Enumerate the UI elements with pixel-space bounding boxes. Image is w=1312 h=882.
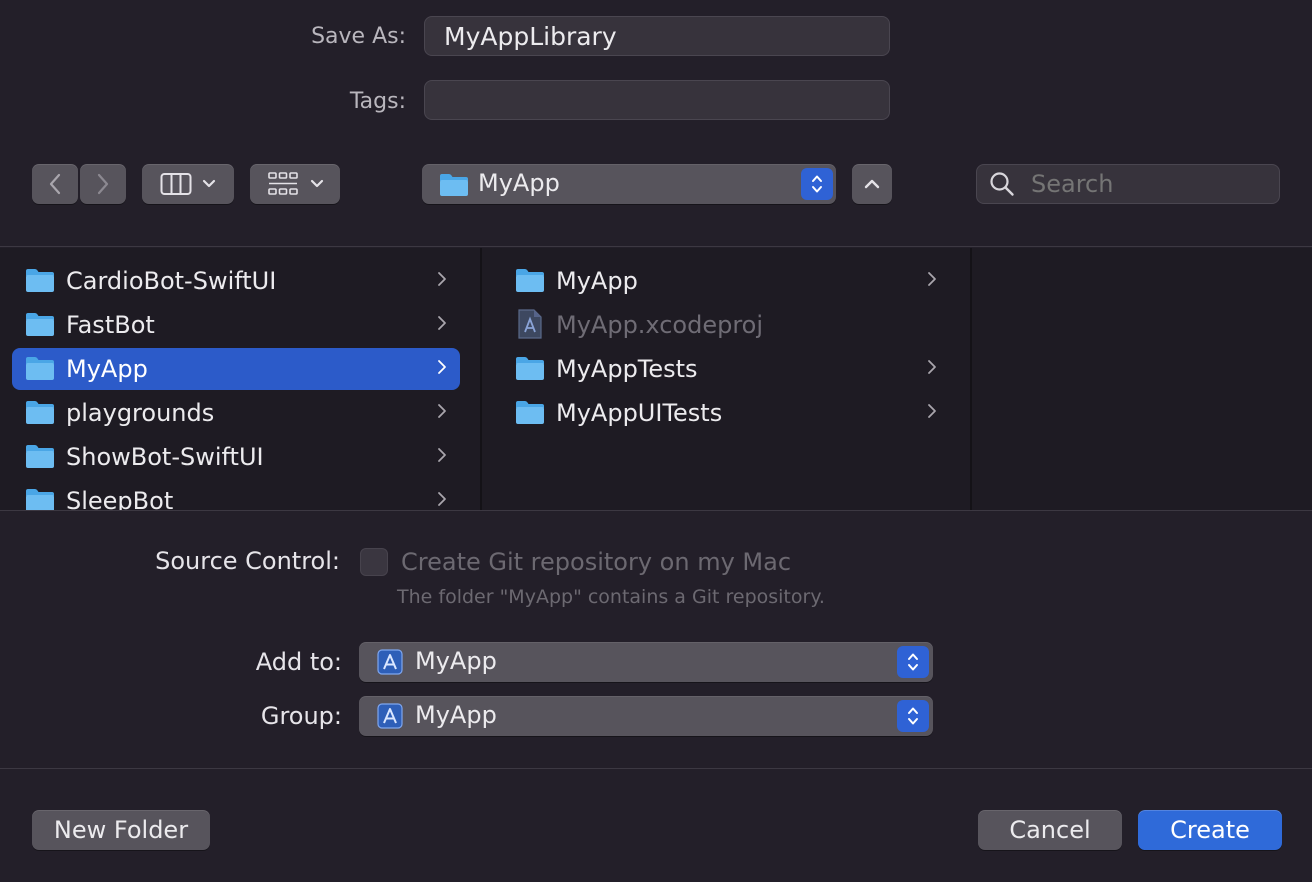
chevron-right-icon: [97, 173, 109, 195]
list-item-playgrounds[interactable]: playgrounds: [12, 392, 460, 434]
chevron-right-icon: [438, 272, 446, 286]
divider: [0, 246, 1312, 247]
item-label: MyApp: [556, 267, 638, 295]
item-label: SleepBot: [66, 487, 174, 510]
search-input[interactable]: [1029, 169, 1273, 199]
add-to-popup[interactable]: MyApp: [359, 642, 933, 682]
view-mode-button[interactable]: [142, 164, 234, 204]
folder-icon: [26, 269, 54, 292]
folder-icon: [26, 313, 54, 336]
new-folder-button[interactable]: New Folder: [32, 810, 210, 850]
back-button[interactable]: [32, 164, 78, 204]
chevron-right-icon: [438, 448, 446, 462]
chevron-up-icon: [864, 179, 880, 189]
add-to-value: MyApp: [415, 647, 497, 675]
list-item-showbot[interactable]: ShowBot-SwiftUI: [12, 436, 460, 478]
item-label: playgrounds: [66, 399, 215, 427]
source-control-label: Source Control:: [155, 547, 340, 575]
list-item-fastbot[interactable]: FastBot: [12, 304, 460, 346]
divider: [0, 768, 1312, 769]
forward-button[interactable]: [80, 164, 126, 204]
folder-icon: [440, 174, 468, 196]
git-repo-checkbox[interactable]: [360, 548, 388, 576]
item-label: MyAppUITests: [556, 399, 723, 427]
up-down-arrows-icon: [908, 653, 918, 671]
save-as-value: MyAppLibrary: [444, 21, 617, 51]
item-label: ShowBot-SwiftUI: [66, 443, 264, 471]
group-value: MyApp: [415, 701, 497, 729]
add-to-stepper: [897, 646, 929, 678]
location-popup[interactable]: MyApp: [422, 164, 836, 204]
chevron-right-icon: [928, 360, 936, 374]
xcode-project-icon: [377, 703, 403, 729]
grid-icon: [268, 172, 298, 195]
xcode-project-icon: [377, 649, 403, 675]
tags-label: Tags:: [349, 89, 406, 114]
item-label: MyAppTests: [556, 355, 698, 383]
up-down-arrows-icon: [812, 175, 822, 193]
enclosing-folder-button[interactable]: [852, 164, 892, 204]
list-item-sleepbot[interactable]: SleepBot: [12, 480, 460, 510]
divider: [0, 510, 1312, 511]
chevron-down-icon: [310, 179, 324, 188]
folder-icon: [26, 489, 54, 510]
cancel-button[interactable]: Cancel: [978, 810, 1122, 850]
list-item-xcodeproj: MyApp.xcodeproj: [502, 304, 950, 346]
column-3: [972, 248, 1312, 510]
chevron-left-icon: [49, 173, 61, 195]
add-to-label: Add to:: [255, 648, 342, 676]
folder-icon: [26, 401, 54, 424]
location-stepper: [801, 168, 833, 200]
git-repo-checkbox-label: Create Git repository on my Mac: [401, 548, 792, 576]
item-label: CardioBot-SwiftUI: [66, 267, 277, 295]
columns-view-icon: [160, 173, 192, 195]
save-as-label: Save As:: [311, 24, 406, 49]
location-value: MyApp: [478, 169, 560, 197]
chevron-right-icon: [438, 360, 446, 374]
tags-field[interactable]: [424, 80, 890, 120]
group-popup[interactable]: MyApp: [359, 696, 933, 736]
file-browser: CardioBot-SwiftUI FastBot MyApp playgrou…: [0, 248, 1312, 510]
folder-icon: [516, 401, 544, 424]
folder-icon: [516, 269, 544, 292]
chevron-right-icon: [438, 316, 446, 330]
search-field[interactable]: [976, 164, 1280, 204]
git-repo-note: The folder "MyApp" contains a Git reposi…: [397, 586, 825, 608]
item-label: MyApp: [66, 355, 148, 383]
chevron-right-icon: [928, 404, 936, 418]
group-label: Group:: [260, 702, 342, 730]
search-icon: [990, 172, 1014, 196]
group-by-button[interactable]: [250, 164, 340, 204]
folder-icon: [516, 357, 544, 380]
column-2: MyApp MyApp.xcodeproj MyAppTests MyAppUI…: [482, 248, 970, 510]
list-item-myapp-folder[interactable]: MyApp: [502, 260, 950, 302]
up-down-arrows-icon: [908, 707, 918, 725]
create-button[interactable]: Create: [1138, 810, 1282, 850]
chevron-right-icon: [438, 492, 446, 506]
chevron-down-icon: [202, 179, 216, 188]
list-item-myapp-selected[interactable]: MyApp: [12, 348, 460, 390]
list-item-myappuitests[interactable]: MyAppUITests: [502, 392, 950, 434]
save-as-field[interactable]: MyAppLibrary: [424, 16, 890, 56]
chevron-right-icon: [928, 272, 936, 286]
item-label: FastBot: [66, 311, 155, 339]
xcodeproj-file-icon: [518, 309, 542, 339]
group-stepper: [897, 700, 929, 732]
column-1: CardioBot-SwiftUI FastBot MyApp playgrou…: [0, 248, 480, 510]
chevron-right-icon: [438, 404, 446, 418]
list-item-myapptests[interactable]: MyAppTests: [502, 348, 950, 390]
folder-icon: [26, 445, 54, 468]
item-label: MyApp.xcodeproj: [556, 311, 764, 339]
list-item-cardiobot[interactable]: CardioBot-SwiftUI: [12, 260, 460, 302]
folder-icon: [26, 357, 54, 380]
